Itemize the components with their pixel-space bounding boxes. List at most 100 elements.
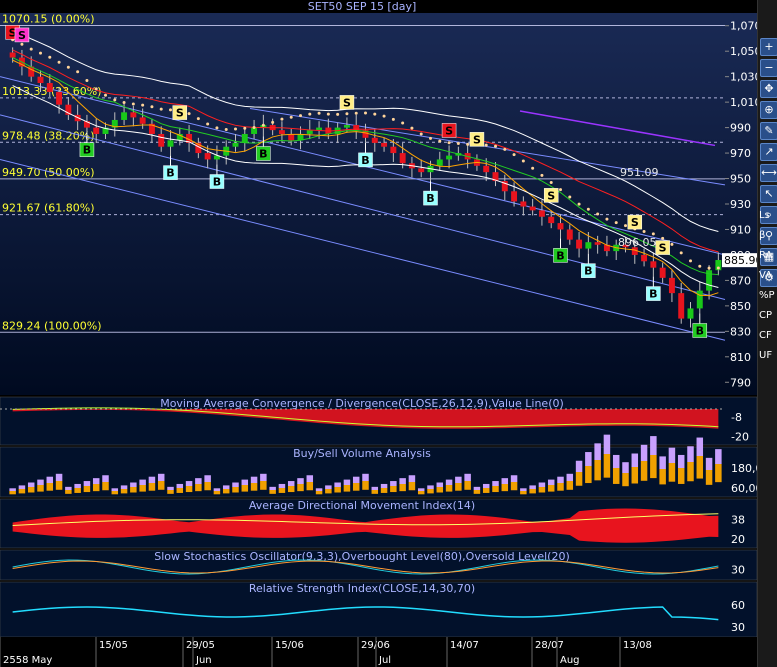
pan-icon[interactable]: ✥ xyxy=(760,80,777,98)
sar-dot xyxy=(354,111,358,115)
sar-dot xyxy=(48,55,52,59)
sar-dot xyxy=(243,126,247,130)
candle-body xyxy=(56,91,63,105)
sar-dot xyxy=(159,107,163,111)
volume-bar-sell xyxy=(325,485,332,489)
candle-body xyxy=(306,130,313,134)
volume-bar-sell xyxy=(185,481,193,486)
candle-body xyxy=(130,112,137,118)
volume-bar-buy xyxy=(427,489,434,494)
sar-dot xyxy=(549,181,553,185)
volume-bar-buy xyxy=(650,455,657,479)
main-chart-title: SET50 SEP 15 [day] xyxy=(308,0,417,13)
sar-dot xyxy=(447,141,451,145)
sar-dot xyxy=(20,42,24,46)
volume-bar-sell xyxy=(473,486,481,490)
volume-bar-buy xyxy=(640,461,648,481)
toolbar-label[interactable]: RA xyxy=(759,250,777,261)
volume-bar-buy xyxy=(204,482,211,491)
sar-dot xyxy=(104,93,107,97)
sar-dot xyxy=(271,120,275,124)
volume-bar-sell xyxy=(668,447,676,463)
toolbar-label[interactable]: CF xyxy=(759,330,777,341)
volume-bar-buy xyxy=(195,484,202,492)
volume-bar-sell xyxy=(139,479,146,485)
candle-body xyxy=(641,254,648,262)
volume-bar-buy xyxy=(575,472,583,486)
volume-bar-buy xyxy=(510,482,518,491)
sar-dot xyxy=(679,251,683,255)
volume-bar-buy xyxy=(130,487,137,493)
volume-bar-sell xyxy=(482,483,490,488)
date-tick-label: 29/06 xyxy=(361,640,390,651)
volume-bar-buy xyxy=(352,483,360,491)
volume-bar-buy xyxy=(306,482,314,491)
volume-bar-sell xyxy=(566,473,574,481)
volume-bar-buy xyxy=(631,467,639,484)
volume-bar-buy xyxy=(260,481,267,490)
volume-bar-sell xyxy=(92,478,100,484)
volume-bar-buy xyxy=(677,468,685,484)
indicator-tick-label: -20 xyxy=(731,430,749,443)
volume-bar-buy xyxy=(492,486,499,493)
toolbar-label[interactable]: Ls xyxy=(759,210,777,221)
volume-bar-buy xyxy=(529,489,536,494)
volume-bar-buy xyxy=(92,484,100,492)
volume-bar-buy xyxy=(120,489,128,494)
volume-bar-sell xyxy=(640,444,648,461)
volume-bar-sell xyxy=(529,485,536,489)
volume-bar-buy xyxy=(659,469,666,485)
volume-bar-buy xyxy=(705,470,713,485)
volume-bar-sell xyxy=(547,479,555,485)
price-tick-label: 830 xyxy=(730,325,751,338)
zoom-in-icon[interactable]: + xyxy=(760,38,777,56)
volume-bar-sell xyxy=(18,485,26,489)
volume-bar-buy xyxy=(46,483,54,491)
volume-bar-sell xyxy=(65,486,72,490)
trend-icon[interactable]: ↗ xyxy=(760,143,777,161)
volume-bar-sell xyxy=(510,475,518,482)
volume-bar-buy xyxy=(241,485,249,492)
volume-bar-buy xyxy=(408,482,416,491)
candle-body xyxy=(371,137,378,143)
sar-dot xyxy=(466,142,470,146)
sell-signal-label: S xyxy=(659,242,667,255)
sar-dot xyxy=(85,78,89,82)
sell-signal-label: S xyxy=(631,216,639,229)
sar-dot xyxy=(66,65,70,69)
measure-icon[interactable]: ⟷ xyxy=(760,164,777,182)
toolbar-label[interactable]: %P xyxy=(759,290,777,301)
volume-bar-buy xyxy=(612,468,620,484)
draw-icon[interactable]: ✎ xyxy=(760,122,777,140)
volume-bar-sell xyxy=(148,476,156,483)
volume-bar-buy xyxy=(390,486,397,493)
indicator-tick-label: 38 xyxy=(731,514,745,527)
sar-dot xyxy=(586,207,590,211)
volume-bar-buy xyxy=(464,481,471,490)
buy-signal-label: B xyxy=(166,167,174,180)
volume-bar-buy xyxy=(222,489,230,494)
volume-bar-buy xyxy=(232,487,239,493)
volume-bar-sell xyxy=(352,476,360,483)
sar-dot xyxy=(215,126,219,130)
volume-bar-sell xyxy=(464,473,471,481)
volume-bar-buy xyxy=(538,487,546,493)
sell-signal-label: S xyxy=(473,133,481,146)
chart-canvas[interactable]: SET50 SEP 15 [day] 1,070 1,050 1,030 1,010 99… xyxy=(0,0,757,667)
toolbar-label[interactable]: VA xyxy=(759,270,777,281)
toolbar-label[interactable]: CP xyxy=(759,310,777,321)
sar-dot xyxy=(419,132,423,136)
volume-bar-sell xyxy=(575,460,583,472)
toolbar-label[interactable]: UF xyxy=(759,350,777,361)
volume-bar-sell xyxy=(334,482,341,487)
sell-signal-label: S xyxy=(547,189,555,202)
indicator-panel-title: Average Directional Movement Index(14) xyxy=(249,499,475,512)
sar-dot xyxy=(373,112,377,116)
crosshair-icon[interactable]: ⊕ xyxy=(760,101,777,119)
volume-bar-buy xyxy=(213,491,221,495)
buy-signal-label: B xyxy=(649,288,657,301)
select-icon[interactable]: ↖ xyxy=(760,185,777,203)
toolbar-label[interactable]: β xyxy=(759,230,777,241)
date-tick-label: 28/07 xyxy=(535,640,564,651)
zoom-out-icon[interactable]: − xyxy=(760,59,777,77)
